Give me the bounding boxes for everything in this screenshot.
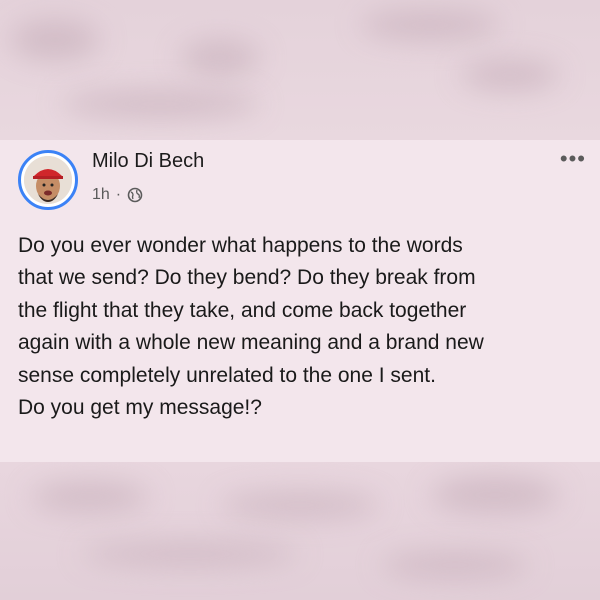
blur-smudge xyxy=(460,60,560,90)
post-body: Do you ever wonder what happens to the w… xyxy=(18,230,586,424)
post-text-line: again with a whole new meaning and a bra… xyxy=(18,331,484,355)
blur-smudge xyxy=(60,90,260,118)
post-text-line: Do you get my message!? xyxy=(18,396,262,420)
blur-smudge xyxy=(10,20,100,60)
post-text-line: sense completely unrelated to the one I … xyxy=(18,363,436,387)
blurred-background-top xyxy=(0,0,600,140)
blur-smudge xyxy=(380,552,530,578)
author-name[interactable]: Milo Di Bech xyxy=(92,150,204,173)
post-text-line: that we send? Do they bend? Do they brea… xyxy=(18,266,476,290)
blur-smudge xyxy=(180,40,260,75)
post-timestamp[interactable]: 1h xyxy=(92,186,110,204)
blurred-background-bottom xyxy=(0,462,600,600)
post-text-line: Do you ever wonder what happens to the w… xyxy=(18,234,463,257)
blur-smudge xyxy=(220,492,380,518)
author-avatar[interactable] xyxy=(18,150,78,210)
blur-smudge xyxy=(430,477,560,513)
avatar-image xyxy=(24,156,72,204)
post-meta: 1h · xyxy=(92,186,143,204)
blur-smudge xyxy=(30,482,150,512)
post-card: Milo Di Bech 1h · ••• Do you ever wonder… xyxy=(0,140,600,462)
blur-smudge xyxy=(360,10,500,40)
blur-smudge xyxy=(80,542,300,566)
post-text-line: the flight that they take, and come back… xyxy=(18,298,467,322)
meta-separator: · xyxy=(115,186,122,203)
more-options-icon[interactable]: ••• xyxy=(560,146,586,172)
globe-icon xyxy=(127,187,143,203)
avatar-portrait-icon xyxy=(24,156,72,204)
